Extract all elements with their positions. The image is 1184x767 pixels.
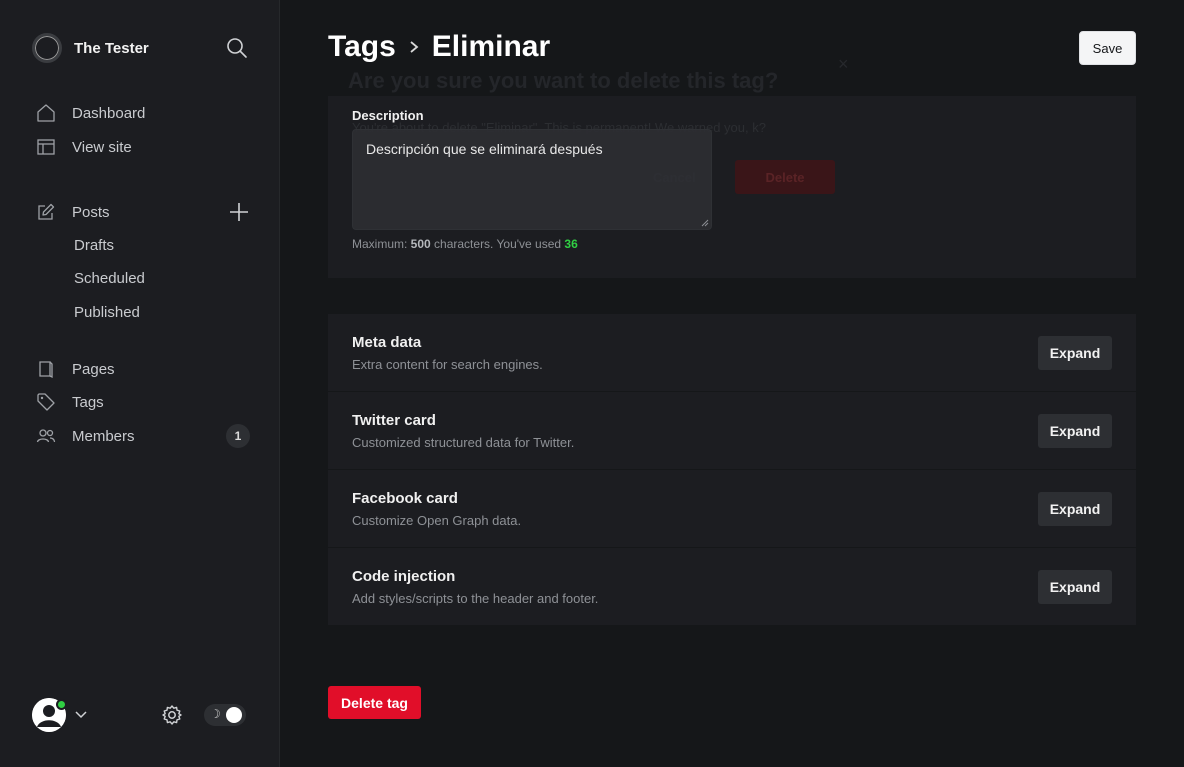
- brand[interactable]: The Tester: [32, 33, 149, 63]
- moon-icon: ☽: [210, 707, 221, 721]
- description-textarea[interactable]: Descripción que se eliminará después: [352, 129, 712, 230]
- page-title: Eliminar: [431, 30, 551, 63]
- sidebar-subitem-published[interactable]: Published: [74, 301, 140, 323]
- members-count-badge: 1: [226, 424, 250, 448]
- sidebar-item-label: Posts: [72, 203, 110, 221]
- members-icon: [36, 426, 56, 446]
- hint-prefix: Maximum:: [352, 237, 411, 251]
- edit-icon: [36, 202, 56, 222]
- page-icon: [36, 359, 56, 379]
- breadcrumb: Tags Eliminar: [328, 30, 550, 64]
- breadcrumb-tags-link[interactable]: Tags: [328, 30, 396, 64]
- online-status-dot: [56, 699, 67, 710]
- hint-middle: characters. You've used: [430, 237, 565, 251]
- search-icon[interactable]: [226, 37, 248, 59]
- section-title: Code injection: [352, 568, 456, 585]
- sidebar-item-label: Members: [72, 427, 135, 445]
- section-description: Customized structured data for Twitter.: [352, 435, 575, 450]
- section-twitter-card: Twitter card Customized structured data …: [328, 392, 1136, 469]
- section-description: Customize Open Graph data.: [352, 513, 522, 528]
- section-meta-data: Meta data Extra content for search engin…: [328, 314, 1136, 391]
- sidebar-item-posts[interactable]: Posts: [36, 200, 110, 224]
- save-button[interactable]: Save: [1079, 31, 1136, 65]
- sidebar-item-label: Dashboard: [72, 104, 146, 122]
- sidebar-item-members[interactable]: Members: [36, 424, 135, 448]
- section-title: Facebook card: [352, 490, 458, 507]
- character-count-hint: Maximum: 500 characters. You've used 36: [352, 237, 578, 251]
- sidebar-subitem-drafts[interactable]: Drafts: [74, 234, 114, 256]
- resize-handle-icon[interactable]: [701, 219, 709, 227]
- sidebar-item-label: Tags: [72, 393, 104, 411]
- description-value: Descripción que se eliminará después: [366, 141, 603, 157]
- section-description: Add styles/scripts to the header and foo…: [352, 591, 599, 606]
- close-icon: ×: [838, 54, 849, 74]
- sidebar-item-tags[interactable]: Tags: [36, 390, 104, 414]
- chevron-right-icon: [408, 39, 420, 55]
- section-facebook-card: Facebook card Customize Open Graph data.…: [328, 470, 1136, 547]
- expand-button[interactable]: Expand: [1038, 414, 1112, 448]
- sidebar-item-dashboard[interactable]: Dashboard: [36, 101, 145, 125]
- description-label: Description: [352, 108, 424, 123]
- sidebar-subitem-scheduled[interactable]: Scheduled: [74, 267, 145, 289]
- sidebar-item-view-site[interactable]: View site: [36, 135, 132, 159]
- expand-button[interactable]: Expand: [1038, 570, 1112, 604]
- toggle-knob: [226, 707, 242, 723]
- new-post-plus-icon[interactable]: [228, 201, 250, 223]
- section-description: Extra content for search engines.: [352, 357, 543, 372]
- layout-icon: [36, 137, 56, 157]
- section-title: Twitter card: [352, 412, 436, 429]
- sidebar-item-label: Pages: [72, 360, 115, 378]
- sidebar-item-pages[interactable]: Pages: [36, 357, 115, 381]
- hint-used-count: 36: [564, 237, 578, 251]
- user-bar: ☽: [32, 698, 252, 732]
- theme-toggle[interactable]: ☽: [204, 704, 246, 726]
- expand-button[interactable]: Expand: [1038, 492, 1112, 526]
- delete-tag-button[interactable]: Delete tag: [328, 686, 421, 719]
- section-title: Meta data: [352, 334, 422, 351]
- site-title: The Tester: [74, 39, 149, 57]
- hint-max: 500: [410, 237, 431, 251]
- gear-icon[interactable]: [161, 704, 183, 726]
- section-code-injection: Code injection Add styles/scripts to the…: [328, 548, 1136, 625]
- sidebar: The Tester Dashboard View site Posts Dra…: [0, 0, 280, 767]
- expand-button[interactable]: Expand: [1038, 336, 1112, 370]
- chevron-down-icon[interactable]: [74, 707, 88, 721]
- tag-icon: [36, 392, 56, 412]
- home-icon: [36, 103, 56, 123]
- sidebar-item-label: View site: [72, 138, 132, 156]
- site-logo: [32, 33, 62, 63]
- modal-title: Are you sure you want to delete this tag…: [348, 68, 779, 93]
